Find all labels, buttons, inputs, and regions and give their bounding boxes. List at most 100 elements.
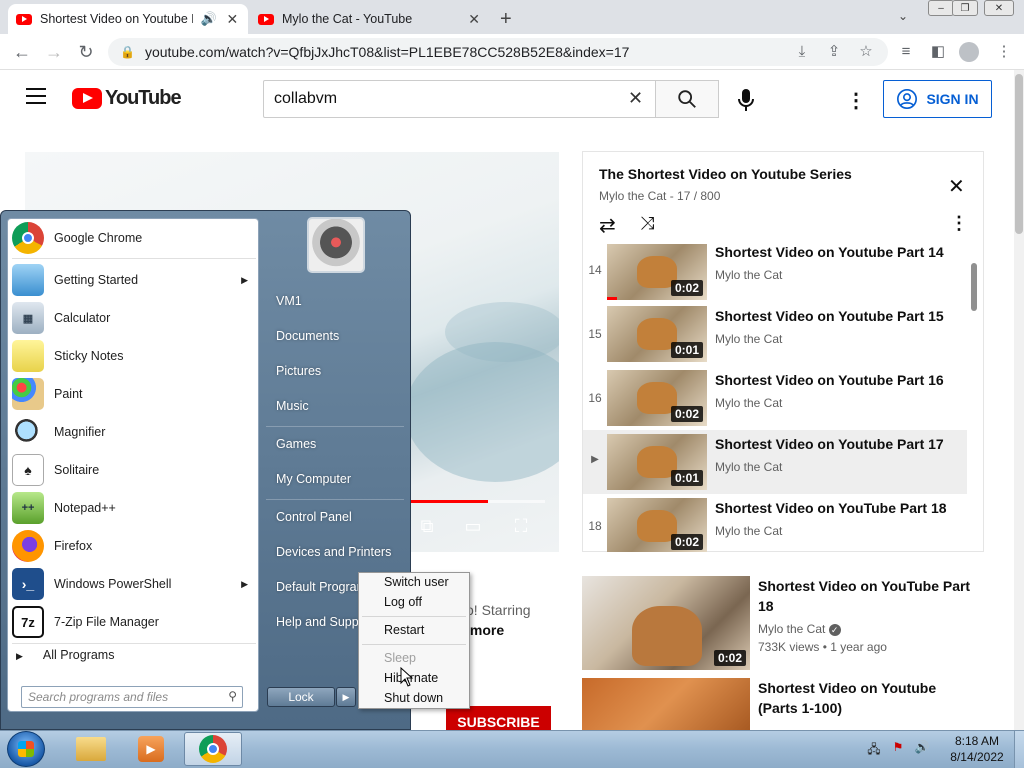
lock-button[interactable]: Lock — [267, 687, 335, 707]
share-icon[interactable]: ⇪ — [824, 42, 844, 62]
menu-item-shut-down[interactable]: Shut down — [384, 691, 443, 705]
playlist-item[interactable]: 16 0:02 Shortest Video on Youtube Part 1… — [583, 370, 967, 434]
back-arrow-icon[interactable]: ← — [12, 42, 32, 62]
forward-arrow-icon[interactable]: → — [44, 42, 64, 62]
lock-icon: 🔒 — [120, 45, 135, 59]
loop-icon[interactable]: ⇄ — [599, 213, 616, 238]
show-more-link[interactable]: .more — [466, 620, 531, 640]
divider — [362, 644, 466, 645]
tab-search-chevron-icon[interactable]: ⌄ — [898, 9, 908, 23]
start-item-paint[interactable]: Paint — [8, 376, 258, 412]
recommendation-thumbnail[interactable] — [582, 678, 750, 730]
start-right-default-programs[interactable]: Default Programs — [276, 580, 358, 594]
start-right-music[interactable]: Music — [276, 399, 309, 413]
start-right-pictures[interactable]: Pictures — [276, 364, 321, 378]
speaker-icon[interactable]: 🔊 — [201, 11, 217, 27]
system-clock[interactable]: 8:18 AM 8/14/2022 — [942, 733, 1012, 765]
side-panel-icon[interactable]: ◧ — [928, 42, 948, 62]
start-right-documents[interactable]: Documents — [276, 329, 339, 343]
search-icon — [678, 90, 696, 108]
taskbar-google-chrome[interactable] — [184, 732, 242, 766]
start-right-my-computer[interactable]: My Computer — [276, 472, 351, 486]
page-scrollbar-thumb[interactable] — [1015, 74, 1023, 234]
start-right-games[interactable]: Games — [276, 437, 316, 451]
profile-avatar-icon[interactable] — [959, 42, 979, 62]
all-programs-button[interactable]: ▶ All Programs — [16, 648, 114, 662]
search-input[interactable]: collabvm — [263, 80, 656, 118]
recommendation-channel[interactable]: Mylo the Cat ✓ — [758, 622, 841, 636]
sign-in-label: SIGN IN — [926, 91, 979, 107]
bookmark-star-icon[interactable]: ☆ — [856, 42, 876, 62]
start-item-label: Google Chrome — [54, 231, 143, 245]
start-search-input[interactable]: Search programs and files ⚲ — [21, 686, 243, 708]
menu-item-switch-user[interactable]: Switch user — [384, 575, 449, 589]
start-right-control-panel[interactable]: Control Panel — [276, 510, 352, 524]
network-icon[interactable]: 🖧 — [866, 740, 882, 756]
menu-item-restart[interactable]: Restart — [384, 623, 424, 637]
close-playlist-icon[interactable]: ✕ — [948, 174, 965, 199]
start-item-getting-started[interactable]: Getting Started ▶ — [8, 262, 258, 298]
playlist-item[interactable]: 15 0:01 Shortest Video on Youtube Part 1… — [583, 306, 967, 370]
divider — [12, 643, 256, 644]
start-item-calculator[interactable]: ▦ Calculator — [8, 300, 258, 336]
start-item-windows-powershell[interactable]: ›_ Windows PowerShell ▶ — [8, 566, 258, 602]
install-icon[interactable]: ⤓ — [792, 42, 812, 62]
media-queue-icon[interactable]: ≡ — [896, 42, 916, 62]
show-desktop-button[interactable] — [1014, 731, 1024, 768]
search-button[interactable] — [655, 80, 719, 118]
address-bar[interactable]: 🔒 youtube.com/watch?v=QfbjJxJhcT08&list=… — [108, 38, 888, 66]
shutdown-options-arrow-button[interactable]: ▶ — [336, 687, 356, 707]
new-tab-button[interactable]: + — [500, 8, 512, 31]
menu-item-sleep[interactable]: Sleep — [384, 651, 416, 665]
more-options-icon[interactable]: ⋮ — [846, 88, 866, 113]
sign-in-button[interactable]: SIGN IN — [883, 80, 992, 118]
start-item-google-chrome[interactable]: Google Chrome — [8, 220, 258, 256]
youtube-logo[interactable]: YouTube — [72, 87, 182, 110]
start-item-label: Solitaire — [54, 463, 100, 477]
start-item-7zip[interactable]: 7z 7-Zip File Manager — [8, 604, 258, 640]
start-right-help-and-support[interactable]: Help and Support — [276, 615, 358, 629]
reload-icon[interactable]: ↻ — [76, 42, 96, 62]
recommendation-title[interactable]: Shortest Video on YouTube Part 18 — [758, 576, 978, 616]
start-right-devices-and-printers[interactable]: Devices and Printers — [276, 545, 391, 559]
tab-mylo-the-cat[interactable]: Mylo the Cat - YouTube ✕ — [250, 4, 490, 34]
playlist-item-current[interactable]: ▶ 0:01 Shortest Video on Youtube Part 17… — [583, 430, 967, 494]
hamburger-menu-icon[interactable] — [26, 88, 46, 104]
recommendation-title[interactable]: Shortest Video on Youtube (Parts 1-100) — [758, 678, 978, 718]
start-item-firefox[interactable]: Firefox — [8, 528, 258, 564]
taskbar-media-player[interactable]: ▶ — [122, 732, 180, 766]
tab-shortest-video[interactable]: Shortest Video on Youtube P 🔊 ✕ — [8, 4, 248, 34]
close-tab-icon[interactable]: ✕ — [466, 11, 482, 28]
minimize-button[interactable]: – — [928, 0, 954, 16]
playlist-item-title: Shortest Video on Youtube Part 17 — [715, 436, 944, 452]
start-item-label: Sticky Notes — [54, 349, 124, 363]
clear-search-icon[interactable]: ✕ — [628, 88, 643, 109]
start-item-notepadpp[interactable]: ++ Notepad++ — [8, 490, 258, 526]
user-picture-avatar[interactable] — [307, 217, 365, 273]
start-button[interactable] — [7, 731, 45, 767]
playlist-item[interactable]: 14 0:02 Shortest Video on Youtube Part 1… — [583, 242, 967, 306]
playlist-menu-icon[interactable]: ⋮ — [950, 213, 968, 234]
window-close-button[interactable]: ✕ — [984, 0, 1014, 16]
shuffle-icon[interactable]: ⤨ — [640, 213, 654, 234]
start-item-magnifier[interactable]: Magnifier — [8, 414, 258, 450]
restore-button[interactable]: ❐ — [952, 0, 978, 16]
start-item-sticky-notes[interactable]: Sticky Notes — [8, 338, 258, 374]
start-item-solitaire[interactable]: ♠ Solitaire — [8, 452, 258, 488]
voice-search-icon[interactable] — [736, 88, 756, 117]
playlist-item[interactable]: 18 0:02 Shortest Video on YouTube Part 1… — [583, 496, 967, 552]
volume-icon[interactable]: 🔊 — [914, 740, 930, 756]
menu-item-log-off[interactable]: Log off — [384, 595, 422, 609]
playlist-title[interactable]: The Shortest Video on Youtube Series — [599, 166, 852, 182]
start-search-placeholder: Search programs and files — [28, 690, 169, 704]
fullscreen-icon[interactable]: ⛶ — [508, 516, 534, 538]
playlist-scrollbar-thumb[interactable] — [971, 263, 977, 311]
theater-mode-icon[interactable]: ▭ — [460, 516, 486, 538]
taskbar-explorer[interactable] — [62, 732, 120, 766]
close-tab-icon[interactable]: ✕ — [225, 11, 240, 28]
browser-menu-icon[interactable]: ⋮ — [994, 42, 1014, 62]
start-right-vm1[interactable]: VM1 — [276, 294, 302, 308]
recommendation-thumbnail[interactable]: 0:02 — [582, 576, 750, 670]
action-center-flag-icon[interactable]: ⚑ — [890, 740, 906, 756]
miniplayer-icon[interactable]: ⧉ — [414, 516, 440, 538]
